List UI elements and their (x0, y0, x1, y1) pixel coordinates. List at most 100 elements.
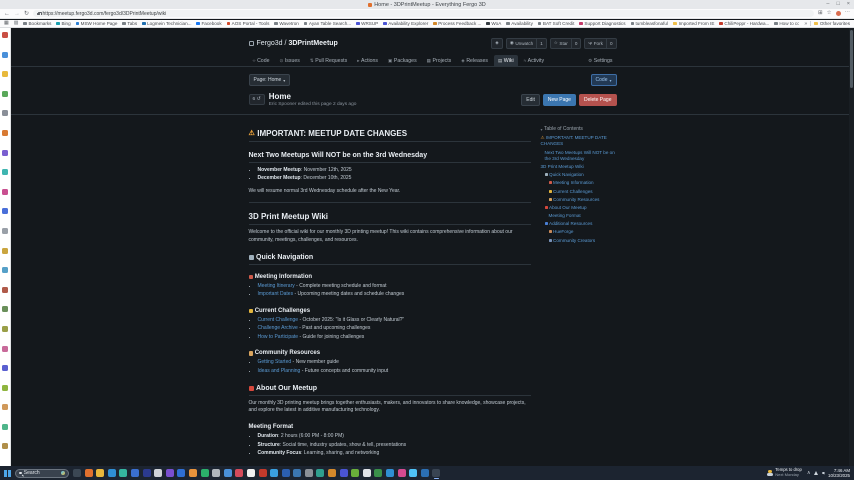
sidebar-app-icon[interactable] (2, 346, 8, 352)
repo-owner-link[interactable]: Fergo3d (257, 40, 283, 47)
wiki-link[interactable]: Current Challenge (258, 317, 299, 323)
bookmark-item[interactable]: Process Feedback ... (433, 21, 481, 26)
bookmark-item[interactable]: Ayan Table Search... (304, 21, 351, 26)
browser-menu-icon[interactable]: ⋯ (845, 11, 851, 17)
sidebar-app-icon[interactable] (2, 52, 8, 58)
taskbar-app-icon[interactable] (73, 469, 81, 477)
page-selector-dropdown[interactable]: Page: Home ▾ (249, 74, 291, 86)
sidebar-app-icon[interactable] (2, 267, 8, 273)
sidebar-app-icon[interactable] (2, 32, 8, 38)
bookmarks-overflow-icon[interactable]: » (804, 21, 807, 27)
sidebar-app-icon[interactable] (2, 385, 8, 391)
sidebar-app-icon[interactable] (2, 91, 8, 97)
bookmark-item[interactable]: Bing (56, 21, 70, 26)
tab-packages[interactable]: ▣Packages (384, 55, 421, 66)
scrollbar-thumb[interactable] (850, 30, 853, 88)
sidebar-app-icon[interactable] (2, 110, 8, 116)
feed-button[interactable]: ◈ (491, 38, 503, 49)
favorites-star-icon[interactable]: ☆ (827, 11, 832, 17)
collapse-triangle-icon[interactable]: ▾ (541, 127, 543, 132)
toc-item[interactable]: HueForge (541, 229, 617, 235)
tab-projects[interactable]: ▦Projects (423, 55, 456, 66)
taskbar-app-icon[interactable] (293, 469, 301, 477)
sidebar-app-icon[interactable] (2, 326, 8, 332)
toc-item[interactable]: Quick Navigation (541, 172, 617, 178)
toc-item[interactable]: Additional Resources (541, 221, 617, 227)
taskbar-app-icon[interactable] (108, 469, 116, 477)
toc-item[interactable]: Community Creators (541, 238, 617, 244)
bookmark-item[interactable]: ChiliPeppr - Hardwa... (719, 21, 769, 26)
bookmark-item[interactable]: Availability (506, 21, 533, 26)
sidebar-app-icon[interactable] (2, 424, 8, 430)
other-favorites[interactable]: Other favorites (814, 21, 850, 26)
revisions-button[interactable]: 6 ↺ (249, 94, 265, 105)
tab-activity[interactable]: ≈Activity (520, 55, 548, 66)
new-page-button[interactable]: New Page (543, 94, 576, 106)
taskbar-app-icon[interactable] (177, 469, 185, 477)
taskbar-app-icon[interactable] (131, 469, 139, 477)
volume-icon[interactable] (822, 472, 825, 475)
sidebar-app-icon[interactable] (2, 130, 8, 136)
taskbar-app-icon[interactable] (201, 469, 209, 477)
bookmark-item[interactable]: WRSUP (356, 21, 378, 26)
code-dropdown-button[interactable]: Code ▾ (591, 74, 617, 86)
toc-item[interactable]: Meeting Format (541, 213, 617, 219)
taskbar-app-icon[interactable] (340, 469, 348, 477)
bookmark-item[interactable]: Bookmarks (23, 21, 51, 26)
unwatch-count[interactable]: 1 (537, 38, 547, 49)
address-bar[interactable]: https://meetup.fergo3d.com/fergo3d/3DPri… (33, 10, 814, 17)
bookmark-item[interactable]: Logmein Technician... (142, 21, 191, 26)
taskbar-app-icon[interactable] (154, 469, 162, 477)
bookmark-item[interactable]: Facebook (196, 21, 221, 26)
browser-tab[interactable]: Home - 3DPrintMeetup - Everything Fergo … (0, 0, 854, 9)
taskbar-app-icon[interactable] (270, 469, 278, 477)
tab-wiki[interactable]: ▤Wiki (494, 55, 518, 66)
taskbar-app-icon[interactable] (119, 469, 127, 477)
sidebar-app-icon[interactable] (2, 228, 8, 234)
tab-actions[interactable]: ▸Actions (353, 55, 382, 66)
taskbar-app-icon[interactable] (166, 469, 174, 477)
sidebar-app-icon[interactable] (2, 169, 8, 175)
taskbar-app-icon[interactable] (351, 469, 359, 477)
taskbar-app-icon[interactable] (386, 469, 394, 477)
tab-issues[interactable]: ⊙Issues (275, 55, 303, 66)
bookmark-item[interactable]: Wavetron (274, 21, 299, 26)
taskbar-app-icon[interactable] (235, 469, 243, 477)
taskbar-app-icon[interactable] (212, 469, 220, 477)
taskbar-app-icon[interactable] (282, 469, 290, 477)
toc-item[interactable]: 3D Print Meetup Wiki (541, 164, 617, 170)
maximize-button[interactable]: □ (836, 2, 839, 8)
taskbar-search[interactable]: Search (15, 469, 69, 478)
weather-widget[interactable]: Temps to drop Next Monday (767, 468, 802, 477)
network-icon[interactable] (814, 471, 818, 475)
star-count[interactable]: 0 (572, 38, 582, 49)
taskbar-app-icon[interactable] (409, 469, 417, 477)
split-screen-icon[interactable]: ⊞ (818, 11, 823, 17)
refresh-button[interactable]: ↻ (24, 11, 29, 17)
toc-item[interactable]: ⚠ IMPORTANT: MEETUP DATE CHANGES (541, 135, 617, 147)
sidebar-app-icon[interactable] (2, 287, 8, 293)
taskbar-app-icon[interactable] (259, 469, 267, 477)
taskbar-app-icon[interactable] (398, 469, 406, 477)
start-button[interactable] (4, 470, 11, 477)
wiki-link[interactable]: How to Participate (258, 334, 299, 340)
back-button[interactable]: ← (4, 11, 10, 17)
star-button[interactable]: ☆Star (550, 38, 572, 49)
forward-button[interactable]: → (14, 11, 20, 17)
bookmark-item[interactable]: WoA (486, 21, 501, 26)
tab-settings[interactable]: ⚙Settings (584, 55, 616, 66)
taskbar-app-icon[interactable] (316, 469, 324, 477)
bookmark-item[interactable]: Tabs (122, 21, 137, 26)
bookmark-item[interactable]: MSW Home Page (76, 21, 118, 26)
wiki-link[interactable]: Getting Started (258, 359, 292, 365)
sidebar-app-icon[interactable] (2, 248, 8, 254)
taskbar-app-icon[interactable] (96, 469, 104, 477)
tab-code[interactable]: ‹›Code (249, 55, 274, 66)
wiki-link[interactable]: Ideas and Planning (258, 368, 301, 374)
bookmark-item[interactable]: AOS Portal - Tools (227, 21, 270, 26)
taskbar-clock[interactable]: 7:46 AM 10/23/2025 (828, 468, 850, 479)
toc-item[interactable]: Meeting Information (541, 180, 617, 186)
bookmark-item[interactable]: Imported From IE (673, 21, 714, 26)
taskbar-app-icon[interactable] (143, 469, 151, 477)
taskbar-app-icon[interactable] (189, 469, 197, 477)
